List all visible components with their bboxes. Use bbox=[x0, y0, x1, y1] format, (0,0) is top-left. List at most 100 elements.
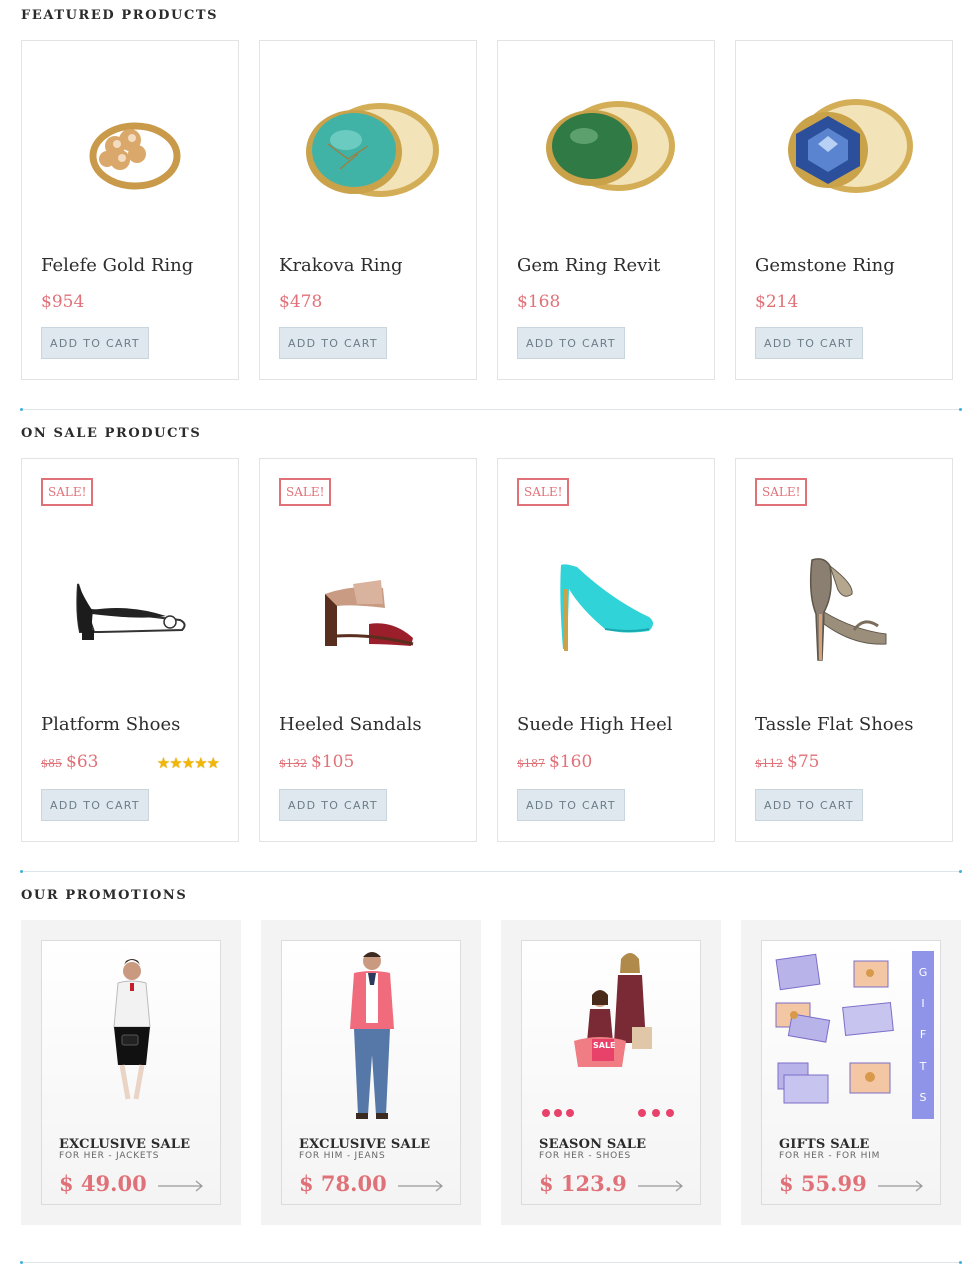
promo-card[interactable]: EXCLUSIVE SALE FOR HIM - JEANS $ 78.00 bbox=[261, 920, 481, 1225]
rating-stars: ★★★★★ bbox=[156, 754, 220, 772]
product-image[interactable] bbox=[498, 69, 714, 229]
promo-title: GIFTS SALE bbox=[779, 1137, 870, 1152]
product-price: $132 $105 bbox=[279, 752, 354, 772]
sale-badge: SALE! bbox=[517, 478, 570, 506]
promo-banner[interactable]: EXCLUSIVE SALE FOR HIM - JEANS $ 78.00 bbox=[281, 940, 461, 1205]
product-image[interactable] bbox=[498, 539, 714, 679]
product-price: $168 bbox=[517, 292, 561, 312]
promo-card[interactable]: SALE SEASON SALE FOR HER - SHOES $ 123.9 bbox=[501, 920, 721, 1225]
promo-card[interactable]: EXCLUSIVE SALE FOR HER - JACKETS $ 49.00 bbox=[21, 920, 241, 1225]
product-price: $85 $63 bbox=[41, 752, 98, 772]
gifts-letter: F bbox=[919, 1028, 927, 1042]
product-price: $112 $75 bbox=[755, 752, 819, 772]
gifts-letter: G bbox=[918, 966, 928, 980]
old-price: $132 bbox=[279, 757, 307, 770]
product-name[interactable]: Platform Shoes bbox=[41, 714, 180, 735]
blue-gemstone-ring-image bbox=[788, 99, 913, 193]
promo-banner[interactable]: SALE SEASON SALE FOR HER - SHOES $ 123.9 bbox=[521, 940, 701, 1205]
sale-badge: SALE! bbox=[41, 478, 94, 506]
old-price: $85 bbox=[41, 757, 62, 770]
product-name[interactable]: Tassle Flat Shoes bbox=[755, 714, 914, 735]
promo-banner[interactable]: G I F T S GIFTS SALE FOR HER - FOR HIM $… bbox=[761, 940, 941, 1205]
add-to-cart-button[interactable]: ADD TO CART bbox=[279, 789, 387, 821]
product-card[interactable]: SALE! Platform Shoes $85 $63 ★★★★★ ADD TO… bbox=[21, 458, 239, 842]
product-name[interactable]: Heeled Sandals bbox=[279, 714, 422, 735]
promo-subtitle: FOR HER - FOR HIM bbox=[779, 1151, 881, 1161]
man-jeans-image bbox=[350, 952, 394, 1119]
promo-subtitle: FOR HER - SHOES bbox=[539, 1151, 632, 1161]
promo-title: EXCLUSIVE SALE bbox=[59, 1137, 191, 1152]
product-name[interactable]: Gem Ring Revit bbox=[517, 255, 660, 276]
product-name[interactable]: Gemstone Ring bbox=[755, 255, 895, 276]
gift-boxes-image bbox=[775, 953, 894, 1104]
section-title-on-sale: ON SALE PRODUCTS bbox=[21, 426, 202, 441]
arrow-right-icon[interactable] bbox=[638, 1180, 684, 1192]
product-card[interactable]: Gem Ring Revit $168 ADD TO CART bbox=[497, 40, 715, 380]
suede-high-heel-image bbox=[560, 564, 653, 651]
product-image[interactable] bbox=[22, 69, 238, 229]
gifts-letter: T bbox=[919, 1059, 927, 1073]
gifts-letter: S bbox=[919, 1090, 927, 1104]
product-image[interactable] bbox=[736, 69, 952, 229]
promo-price: $ 78.00 bbox=[299, 1171, 387, 1196]
product-card[interactable]: Felefe Gold Ring $954 ADD TO CART bbox=[21, 40, 239, 380]
sale-price: $63 bbox=[66, 752, 99, 772]
add-to-cart-button[interactable]: ADD TO CART bbox=[755, 327, 863, 359]
add-to-cart-button[interactable]: ADD TO CART bbox=[755, 789, 863, 821]
section-divider bbox=[20, 1261, 962, 1264]
product-price: $478 bbox=[279, 292, 323, 312]
sale-price: $75 bbox=[787, 752, 820, 772]
product-card[interactable]: SALE! Tassle Flat Shoes $112 $75 ADD TO C… bbox=[735, 458, 953, 842]
promo-card[interactable]: G I F T S GIFTS SALE FOR HER - FOR HIM $… bbox=[741, 920, 961, 1225]
section-title-featured: FEATURED PRODUCTS bbox=[21, 8, 219, 23]
tassle-sandal-image bbox=[809, 558, 887, 661]
on-sale-products-grid: SALE! Platform Shoes $85 $63 ★★★★★ ADD TO… bbox=[21, 458, 961, 842]
sale-tag: SALE bbox=[593, 1041, 616, 1050]
product-name[interactable]: Suede High Heel bbox=[517, 714, 673, 735]
arrow-right-icon[interactable] bbox=[158, 1180, 204, 1192]
product-name[interactable]: Felefe Gold Ring bbox=[41, 255, 193, 276]
women-shoes-image bbox=[542, 953, 674, 1117]
product-card[interactable]: Gemstone Ring $214 ADD TO CART bbox=[735, 40, 953, 380]
promotions-grid: EXCLUSIVE SALE FOR HER - JACKETS $ 49.00… bbox=[21, 920, 961, 1225]
product-card[interactable]: SALE! Heeled Sandals $132 $105 ADD TO CAR… bbox=[259, 458, 477, 842]
section-divider bbox=[20, 408, 962, 411]
product-card[interactable]: Krakova Ring $478 ADD TO CART bbox=[259, 40, 477, 380]
product-price: $954 bbox=[41, 292, 85, 312]
promo-title: EXCLUSIVE SALE bbox=[299, 1137, 431, 1152]
sale-badge: SALE! bbox=[279, 478, 332, 506]
platform-shoe-image bbox=[76, 583, 186, 640]
arrow-right-icon[interactable] bbox=[398, 1180, 444, 1192]
gifts-vertical-banner: G I F T S bbox=[912, 951, 934, 1119]
add-to-cart-button[interactable]: ADD TO CART bbox=[517, 327, 625, 359]
sale-price: $105 bbox=[311, 752, 355, 772]
promo-banner[interactable]: EXCLUSIVE SALE FOR HER - JACKETS $ 49.00 bbox=[41, 940, 221, 1205]
gold-ring-image bbox=[89, 122, 181, 190]
heeled-sandal-image bbox=[325, 580, 414, 646]
old-price: $187 bbox=[517, 757, 545, 770]
add-to-cart-button[interactable]: ADD TO CART bbox=[41, 327, 149, 359]
add-to-cart-button[interactable]: ADD TO CART bbox=[41, 789, 149, 821]
promo-subtitle: FOR HER - JACKETS bbox=[59, 1151, 160, 1161]
promo-price: $ 49.00 bbox=[59, 1171, 147, 1196]
promo-subtitle: FOR HIM - JEANS bbox=[299, 1151, 386, 1161]
add-to-cart-button[interactable]: ADD TO CART bbox=[517, 789, 625, 821]
product-price: $187 $160 bbox=[517, 752, 592, 772]
sale-badge: SALE! bbox=[755, 478, 808, 506]
product-image[interactable] bbox=[260, 539, 476, 679]
product-image[interactable] bbox=[22, 539, 238, 679]
section-divider bbox=[20, 870, 962, 873]
product-name[interactable]: Krakova Ring bbox=[279, 255, 403, 276]
old-price: $112 bbox=[755, 757, 783, 770]
section-title-promotions: OUR PROMOTIONS bbox=[21, 888, 188, 903]
product-card[interactable]: SALE! Suede High Heel $187 $160 ADD TO CA… bbox=[497, 458, 715, 842]
product-price: $214 bbox=[755, 292, 799, 312]
promo-price: $ 55.99 bbox=[779, 1171, 867, 1196]
product-image[interactable] bbox=[260, 69, 476, 229]
promo-price: $ 123.9 bbox=[539, 1171, 627, 1196]
add-to-cart-button[interactable]: ADD TO CART bbox=[279, 327, 387, 359]
product-image[interactable] bbox=[736, 539, 952, 679]
gifts-letter: I bbox=[921, 997, 925, 1011]
arrow-right-icon[interactable] bbox=[878, 1180, 924, 1192]
green-gem-ring-image bbox=[546, 101, 675, 191]
